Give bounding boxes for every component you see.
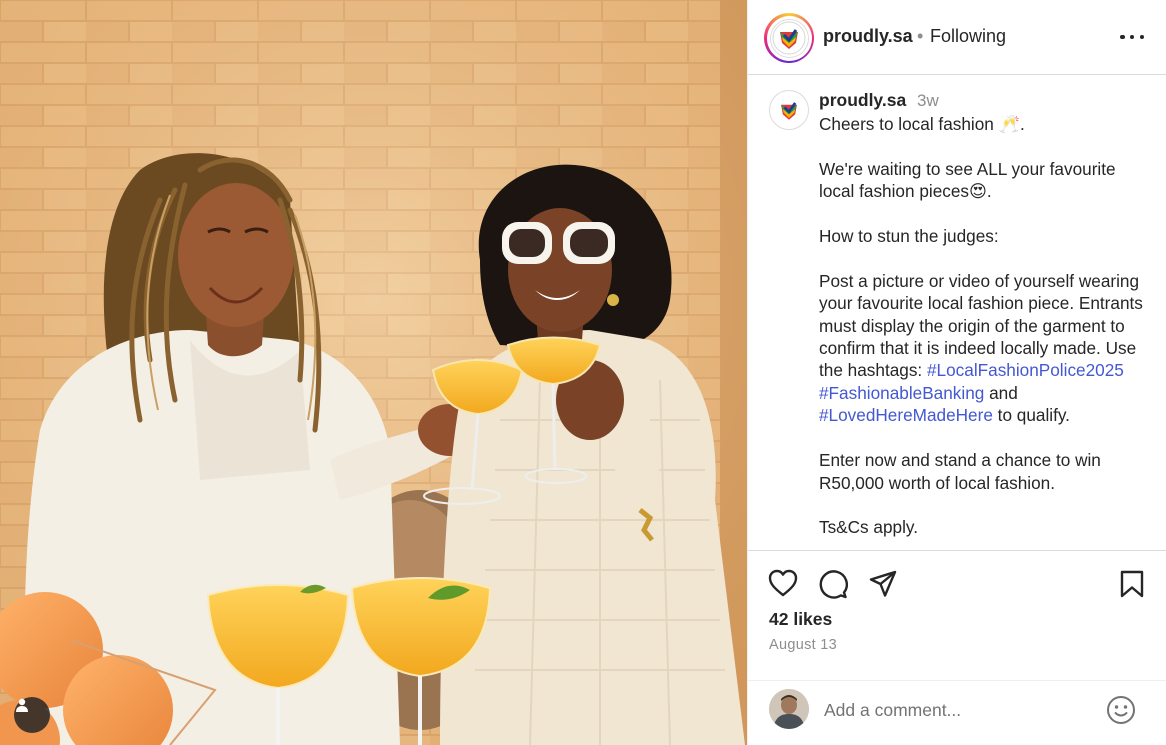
post-header: proudly.sa • Following [748, 0, 1166, 75]
hashtag-loved-here-made-here[interactable]: #LovedHereMadeHere [819, 405, 993, 425]
comment-bar [748, 680, 1166, 745]
caption-avatar[interactable] [769, 90, 809, 130]
caption-line-5: Enter now and stand a chance to win R50,… [819, 450, 1106, 493]
likes-count[interactable]: 42 likes [769, 609, 832, 630]
hashtag-fashionable-banking[interactable]: #FashionableBanking [819, 383, 984, 403]
post-date[interactable]: August 13 [769, 637, 837, 653]
post-side-panel: proudly.sa • Following proudly.sa 3w Che… [747, 0, 1166, 745]
proudly-sa-logo-icon [769, 18, 809, 58]
caption-line-1: Cheers to local fashion 🥂. [819, 114, 1025, 134]
comment-icon[interactable] [818, 569, 848, 604]
caption-line-3: How to stun the judges: [819, 226, 999, 247]
hashtag-local-fashion-police[interactable]: #LocalFashionPolice2025 [927, 360, 1124, 380]
post-actions: 42 likes August 13 [748, 550, 1166, 680]
user-tag-icon [16, 698, 28, 712]
share-icon[interactable] [869, 570, 897, 603]
emoji-icon[interactable] [1106, 695, 1136, 730]
caption-username[interactable]: proudly.sa [819, 90, 906, 111]
caption-line-2: We're waiting to see ALL your favourite … [819, 158, 1121, 202]
caption-qualify: to qualify. [992, 405, 1070, 426]
comment-input[interactable] [824, 697, 1094, 723]
current-user-avatar [769, 689, 809, 729]
following-button[interactable]: Following [930, 26, 1006, 47]
caption-text: Cheers to local fashion 🥂. We're waiting… [819, 113, 1154, 539]
proudly-sa-logo-icon [781, 102, 797, 120]
post-photo[interactable] [0, 0, 747, 745]
save-icon[interactable] [1120, 570, 1144, 603]
caption-and: and [984, 382, 1023, 403]
more-options-icon[interactable] [1120, 28, 1144, 46]
user-tag-button[interactable] [14, 697, 50, 733]
post-photo-image [0, 0, 747, 745]
caption-area[interactable]: proudly.sa 3w Cheers to local fashion 🥂.… [748, 76, 1166, 550]
caption-line-6: Ts&Cs apply. [819, 517, 919, 538]
caption-timestamp[interactable]: 3w [917, 91, 939, 111]
header-username[interactable]: proudly.sa [823, 26, 913, 47]
header-separator: • [917, 26, 924, 46]
story-ring-avatar[interactable] [764, 13, 814, 63]
like-icon[interactable] [768, 569, 798, 602]
